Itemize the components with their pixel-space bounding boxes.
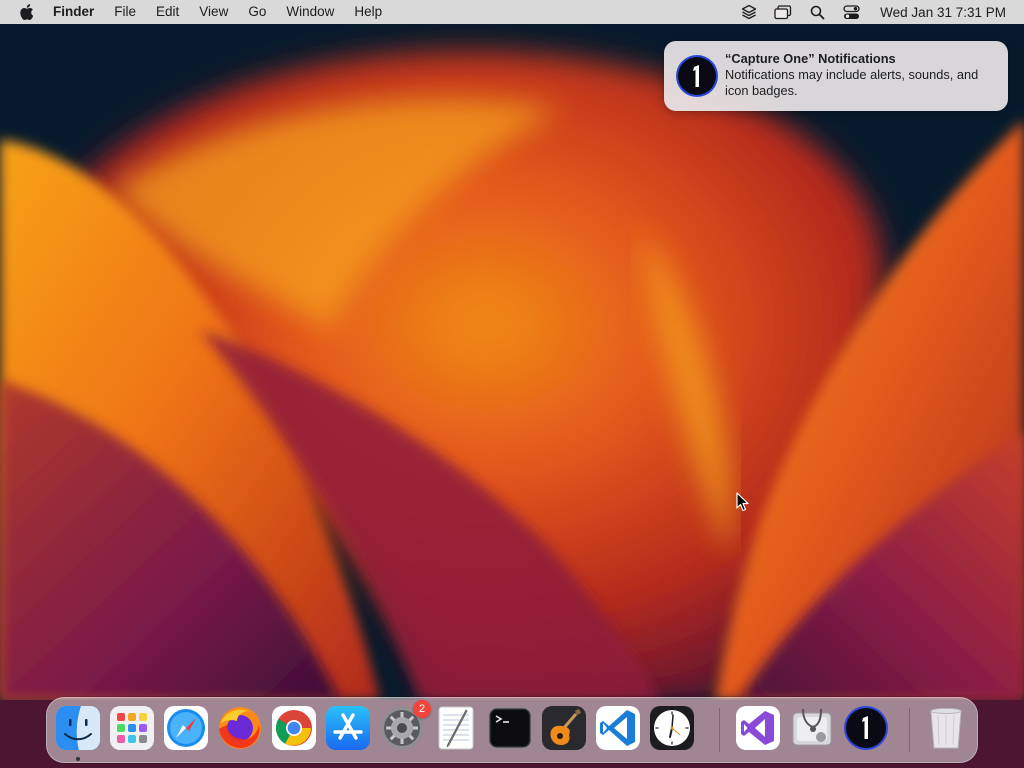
dock-item-finder[interactable]: [55, 705, 101, 751]
finder-icon: [56, 706, 100, 750]
notification-body: Notifications may include alerts, sounds…: [725, 67, 979, 98]
capture-one-icon: [844, 706, 888, 750]
menu-view[interactable]: View: [189, 0, 238, 24]
trash-icon: [930, 708, 962, 749]
dock-item-vscode[interactable]: [595, 705, 641, 751]
dock-item-terminal[interactable]: [487, 705, 533, 751]
menu-file[interactable]: File: [104, 0, 146, 24]
menu-bar: Finder File Edit View Go Window Help Wed…: [0, 0, 1024, 24]
dock-item-trash[interactable]: [923, 705, 969, 751]
menu-bar-clock[interactable]: Wed Jan 31 7:31 PM: [880, 5, 1006, 20]
dock-separator: [909, 708, 910, 752]
launchpad-icon: [110, 706, 154, 750]
notification-text: “Capture One” Notifications Notification…: [725, 51, 988, 99]
desktop-wallpaper[interactable]: [0, 0, 1024, 768]
clock-icon: [650, 706, 694, 750]
running-indicator: [76, 757, 80, 761]
dock-item-firefox[interactable]: [217, 705, 263, 751]
dock-item-safari[interactable]: [163, 705, 209, 751]
dock-item-capture-one[interactable]: [843, 705, 889, 751]
notification-badge: 2: [413, 700, 431, 718]
visual-studio-icon: [736, 706, 780, 750]
windows-icon[interactable]: [773, 2, 793, 22]
dock-item-garageband[interactable]: [541, 705, 587, 751]
dock-item-disk-utility[interactable]: [789, 705, 835, 751]
dock-separator: [719, 708, 720, 752]
menu-help[interactable]: Help: [344, 0, 392, 24]
dock-item-app-store[interactable]: [325, 705, 371, 751]
menu-bar-status-area: Wed Jan 31 7:31 PM: [732, 0, 1024, 24]
terminal-icon: [488, 707, 532, 749]
menu-edit[interactable]: Edit: [146, 0, 189, 24]
textedit-icon: [438, 706, 474, 750]
dock-item-clock[interactable]: [649, 705, 695, 751]
layers-icon[interactable]: [739, 2, 759, 22]
wallpaper-art: [0, 0, 1024, 768]
notification-title: “Capture One” Notifications: [725, 51, 896, 66]
dock-item-chrome[interactable]: [271, 705, 317, 751]
capture-one-icon: [675, 54, 719, 98]
vscode-icon: [596, 706, 640, 750]
search-icon[interactable]: [807, 2, 827, 22]
dock-item-launchpad[interactable]: [109, 705, 155, 751]
dock-item-visual-studio[interactable]: [735, 705, 781, 751]
apple-logo-icon[interactable]: [17, 3, 35, 21]
disk-utility-icon: [792, 708, 832, 746]
control-center-icon[interactable]: [841, 2, 861, 22]
app-store-icon: [326, 706, 370, 750]
firefox-icon: [219, 707, 261, 749]
dock: 2: [46, 697, 978, 763]
menu-app-finder[interactable]: Finder: [51, 0, 104, 24]
menu-window[interactable]: Window: [276, 0, 344, 24]
dock-item-system-settings[interactable]: 2: [379, 700, 431, 751]
dock-item-textedit[interactable]: [433, 705, 479, 751]
chrome-icon: [272, 706, 316, 750]
mouse-cursor-icon: [736, 492, 750, 517]
menu-go[interactable]: Go: [238, 0, 276, 24]
notification-banner[interactable]: “Capture One” Notifications Notification…: [664, 41, 1008, 111]
garageband-icon: [542, 706, 586, 750]
safari-icon: [164, 706, 208, 750]
